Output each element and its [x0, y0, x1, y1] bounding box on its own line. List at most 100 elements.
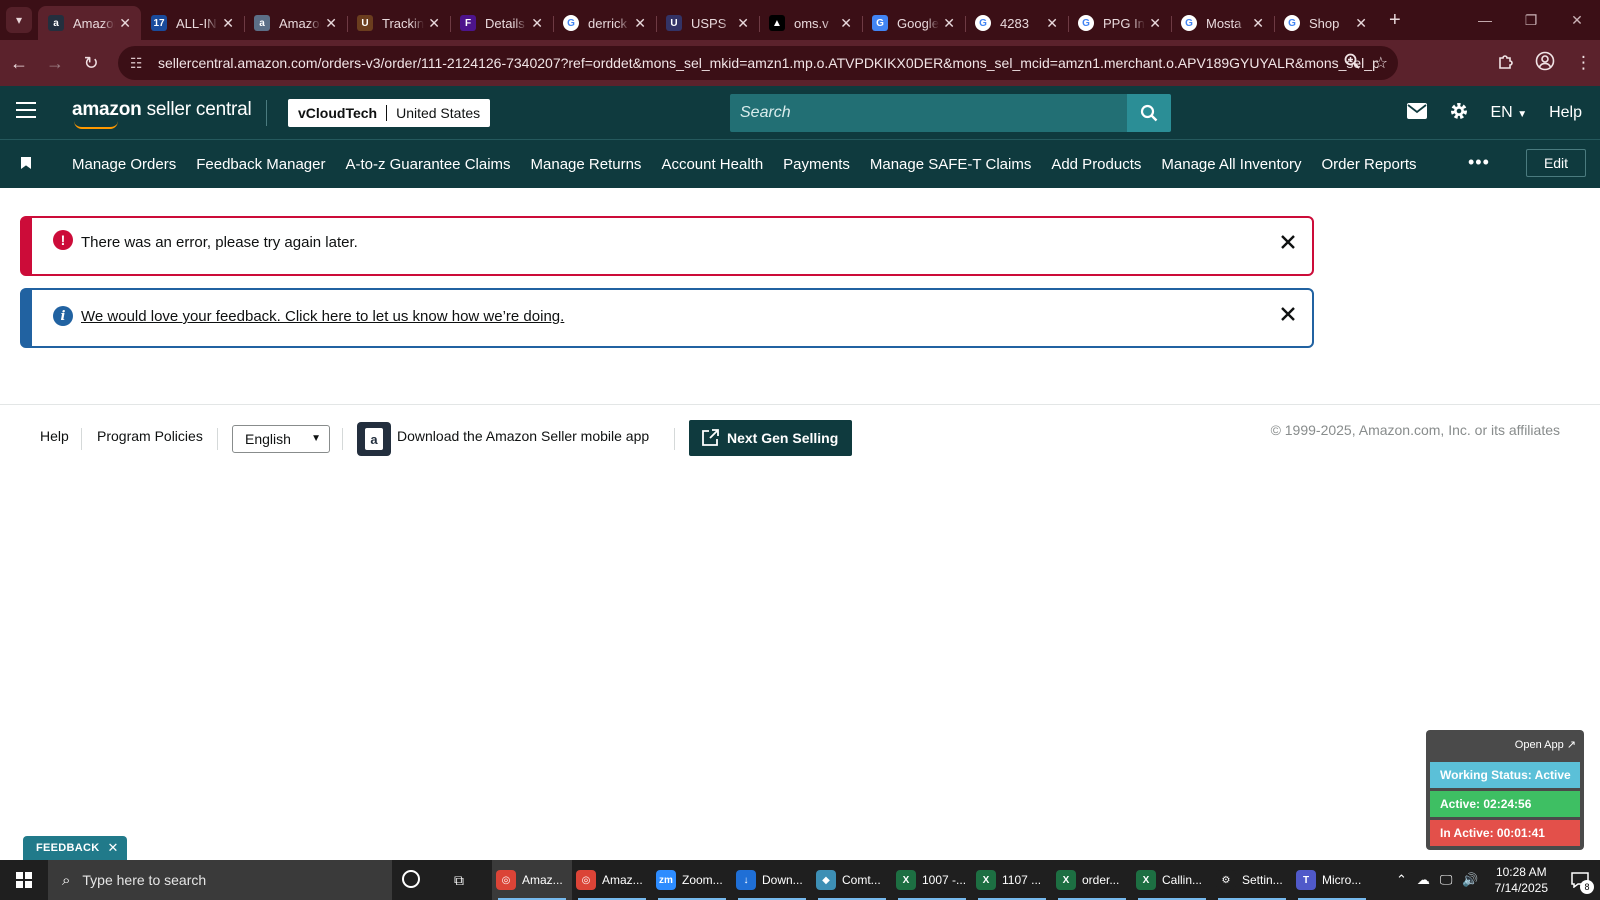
restore-button[interactable]: ❐ — [1508, 0, 1554, 40]
browser-tab[interactable]: G PPG In ✕ — [1068, 6, 1171, 40]
taskbar-app[interactable]: X 1107 ... — [972, 860, 1052, 900]
clock[interactable]: 10:28 AM 7/14/2025 — [1495, 864, 1548, 896]
nav-item[interactable]: Manage Returns — [521, 156, 652, 173]
settings-gear-icon[interactable] — [1449, 101, 1469, 126]
back-button[interactable]: ← — [2, 46, 36, 80]
notification-center-icon[interactable]: 8 — [1566, 860, 1594, 900]
task-view-icon[interactable]: ⧉ — [454, 872, 464, 889]
nav-item[interactable]: Add Products — [1041, 156, 1151, 173]
browser-tab[interactable]: a Amazon✕ — [38, 6, 141, 40]
taskbar-search-input[interactable]: ⌕ Type here to search — [48, 860, 392, 900]
volume-icon[interactable]: 🔊 — [1462, 872, 1478, 888]
taskbar-app[interactable]: X Callin... — [1132, 860, 1212, 900]
language-select[interactable]: English ▼ — [232, 425, 330, 453]
nav-item[interactable]: Order Reports — [1311, 156, 1426, 173]
network-icon[interactable]: 🖵 — [1440, 872, 1453, 888]
next-gen-selling-button[interactable]: Next Gen Selling — [689, 420, 852, 456]
tab-close-icon[interactable]: ✕ — [943, 15, 955, 32]
nav-item[interactable]: Manage SAFE-T Claims — [860, 156, 1041, 173]
browser-menu-icon[interactable]: ⋮ — [1575, 53, 1592, 73]
tab-close-icon[interactable]: ✕ — [1149, 15, 1161, 32]
close-window-button[interactable]: ✕ — [1554, 0, 1600, 40]
bookmark-icon[interactable] — [21, 157, 31, 169]
hamburger-menu-icon[interactable] — [16, 102, 36, 122]
close-icon[interactable] — [1280, 234, 1300, 254]
feedback-tab[interactable]: FEEDBACK ✕ — [23, 836, 127, 860]
tab-close-icon[interactable]: ✕ — [840, 15, 852, 32]
tab-close-icon[interactable]: ✕ — [634, 15, 646, 32]
nav-item[interactable]: Account Health — [651, 156, 773, 173]
browser-tab[interactable]: G Google ✕ — [862, 6, 965, 40]
taskbar-app[interactable]: ◎ Amaz... — [572, 860, 652, 900]
footer-help-link[interactable]: Help — [40, 428, 69, 444]
url-text[interactable]: sellercentral.amazon.com/orders-v3/order… — [158, 55, 1378, 71]
browser-tab[interactable]: G 4283 ✕ — [965, 6, 1068, 40]
program-policies-link[interactable]: Program Policies — [97, 428, 203, 444]
onedrive-icon[interactable]: ☁ — [1417, 872, 1430, 888]
tab-close-icon[interactable]: ✕ — [222, 15, 234, 32]
tab-close-icon[interactable]: ✕ — [1046, 15, 1058, 32]
open-app-link[interactable]: Open App ↗ — [1515, 738, 1576, 751]
tab-search-button[interactable]: ▾ — [6, 7, 32, 33]
taskbar-app[interactable]: ◎ Amaz... — [492, 860, 572, 900]
address-bar[interactable]: ☷ sellercentral.amazon.com/orders-v3/ord… — [118, 46, 1398, 80]
nav-item[interactable]: Feedback Manager — [186, 156, 335, 173]
browser-tab[interactable]: 17 ALL-IN ✕ — [141, 6, 244, 40]
more-options-icon[interactable]: ••• — [1468, 152, 1490, 173]
site-info-icon[interactable]: ☷ — [130, 55, 150, 72]
browser-tab[interactable]: G Mosta ✕ — [1171, 6, 1274, 40]
browser-tab[interactable]: U USPS ✕ — [656, 6, 759, 40]
tab-close-icon[interactable]: ✕ — [531, 15, 543, 32]
taskbar-app[interactable]: ↓ Down... — [732, 860, 812, 900]
profile-icon[interactable] — [1535, 51, 1555, 76]
browser-tab[interactable]: ▲ oms.v ✕ — [759, 6, 862, 40]
browser-tab[interactable]: G Shop ✕ — [1274, 6, 1377, 40]
amazon-seller-central-logo[interactable]: amazon seller central — [72, 99, 252, 129]
browser-tab[interactable]: Gderrick ✕ — [553, 6, 656, 40]
feedback-link[interactable]: We would love your feedback. Click here … — [81, 308, 564, 325]
chevron-up-icon[interactable]: ⌃ — [1396, 872, 1407, 888]
taskbar-app[interactable]: zm Zoom... — [652, 860, 732, 900]
start-button[interactable] — [0, 860, 48, 900]
account-switcher[interactable]: vCloudTech United States — [288, 99, 491, 127]
search-button[interactable] — [1127, 94, 1171, 132]
tab-close-icon[interactable]: ✕ — [1252, 15, 1264, 32]
taskbar-app[interactable]: X 1007 -... — [892, 860, 972, 900]
seller-app-icon[interactable]: a — [357, 422, 391, 456]
minimize-button[interactable]: — — [1462, 0, 1508, 40]
messages-icon[interactable] — [1406, 102, 1427, 124]
tab-close-icon[interactable]: ✕ — [119, 15, 131, 32]
taskbar-app[interactable]: ⚙ Settin... — [1212, 860, 1292, 900]
extensions-icon[interactable] — [1497, 52, 1515, 75]
close-icon[interactable] — [1280, 306, 1300, 326]
taskbar-app[interactable]: ◆ Comt... — [812, 860, 892, 900]
mobile-app-link[interactable]: Download the Amazon Seller mobile app — [397, 428, 649, 444]
tab-close-icon[interactable]: ✕ — [325, 15, 337, 32]
nav-item[interactable]: Manage All Inventory — [1151, 156, 1311, 173]
taskbar-app[interactable]: T Micro... — [1292, 860, 1372, 900]
cortana-icon[interactable] — [402, 870, 420, 888]
inactive-time-row: In Active: 00:01:41 — [1430, 820, 1580, 846]
help-link[interactable]: Help — [1549, 104, 1582, 122]
language-selector[interactable]: EN ▼ — [1491, 104, 1528, 122]
browser-tab[interactable]: U Tracking✕ — [347, 6, 450, 40]
new-tab-button[interactable]: + — [1389, 9, 1401, 32]
reload-button[interactable]: ↻ — [74, 46, 108, 80]
browser-tab[interactable]: a Amazon✕ — [244, 6, 347, 40]
browser-tab-title: Mosta — [1206, 15, 1242, 31]
zoom-icon[interactable] — [1344, 53, 1360, 74]
account-name: vCloudTech — [298, 105, 378, 121]
tab-close-icon[interactable]: ✕ — [737, 15, 749, 32]
forward-button[interactable]: → — [38, 46, 72, 80]
nav-item[interactable]: Manage Orders — [62, 156, 186, 173]
search-input[interactable]: Search — [730, 94, 1128, 132]
bookmark-star-icon[interactable]: ☆ — [1374, 53, 1388, 73]
tab-close-icon[interactable]: ✕ — [1355, 15, 1367, 32]
close-icon[interactable]: ✕ — [108, 840, 119, 856]
nav-item[interactable]: A-to-z Guarantee Claims — [335, 156, 520, 173]
nav-item[interactable]: Payments — [773, 156, 860, 173]
taskbar-app[interactable]: Xorder... — [1052, 860, 1132, 900]
tab-close-icon[interactable]: ✕ — [428, 15, 440, 32]
browser-tab[interactable]: F Details ✕ — [450, 6, 553, 40]
edit-bookmarks-button[interactable]: Edit — [1526, 149, 1586, 177]
